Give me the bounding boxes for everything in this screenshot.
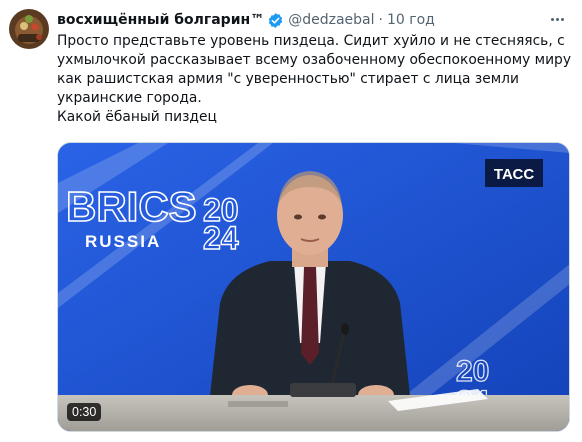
tweet-text-line: Просто представьте уровень пиздеца. Сиди…	[57, 33, 565, 49]
video-player[interactable]: BRICS RUSSIA 20 24 20 24 ТАСС	[57, 142, 570, 432]
display-name[interactable]: восхищённый болгарин™	[57, 12, 264, 28]
verified-badge-icon	[267, 12, 284, 29]
backdrop-brics-text: BRICS	[66, 183, 197, 230]
user-handle[interactable]: @dedzaebal	[288, 12, 374, 28]
tweet-header: восхищённый болгарин™ @dedzaebal · 10 го…	[57, 10, 557, 30]
tweet-timestamp[interactable]: 10 год	[387, 12, 435, 28]
tass-watermark-text: ТАСС	[494, 166, 535, 183]
backdrop-country-text: RUSSIA	[85, 232, 161, 251]
desk	[58, 395, 569, 431]
tweet-text-line: как рашистская армия "с уверенностью" ст…	[57, 70, 519, 87]
tweet-card: восхищённый болгарин™ @dedzaebal · 10 го…	[0, 0, 582, 442]
avatar-image	[9, 9, 49, 49]
tweet-text: Просто представьте уровень пиздеца. Сиди…	[57, 32, 571, 127]
video-frame: BRICS RUSSIA 20 24 20 24 ТАСС	[58, 143, 569, 431]
backdrop-year-bottom: 24	[203, 220, 239, 256]
header-separator: ·	[378, 12, 383, 28]
tweet-text-line: ухмылочкой рассказывает всему озабоченно…	[57, 51, 571, 68]
tweet-text-line: украинские города.	[57, 89, 202, 106]
backdrop-year-top-right: 20	[456, 355, 489, 388]
tweet-text-line: Какой ёбаный пиздец	[57, 108, 217, 125]
avatar[interactable]	[9, 9, 49, 49]
conference-mic-base	[290, 383, 356, 397]
more-options-icon[interactable]	[546, 10, 568, 28]
video-duration-badge: 0:30	[67, 403, 102, 421]
